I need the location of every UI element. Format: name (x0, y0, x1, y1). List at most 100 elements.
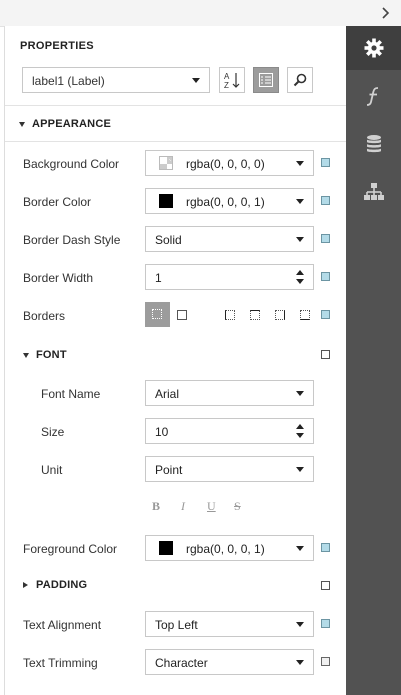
font-size-value: 10 (155, 425, 169, 439)
color-swatch-icon (159, 541, 173, 555)
collapse-panel-button[interactable] (377, 4, 395, 22)
background-color-value: rgba(0, 0, 0, 0) (186, 157, 265, 171)
appearance-section-title: APPEARANCE (32, 118, 112, 130)
gear-icon (364, 38, 383, 58)
chevron-down-icon (296, 467, 304, 472)
underline-button[interactable]: U (207, 499, 216, 514)
font-name-select[interactable]: Arial (145, 380, 314, 406)
border-color-label: Border Color (23, 195, 92, 209)
expressions-tab[interactable] (346, 74, 401, 118)
caret-down-icon (23, 352, 29, 358)
text-alignment-select[interactable]: Top Left (145, 611, 314, 637)
spin-up-icon[interactable] (296, 270, 304, 275)
border-color-editor[interactable]: rgba(0, 0, 0, 1) (145, 188, 314, 214)
foreground-color-editor[interactable]: rgba(0, 0, 0, 1) (145, 535, 314, 561)
border-width-stepper[interactable]: 1 (145, 264, 314, 290)
font-unit-value: Point (155, 463, 183, 477)
chevron-down-icon (296, 199, 304, 204)
chevron-down-icon (296, 161, 304, 166)
font-unit-select[interactable]: Point (145, 456, 314, 482)
border-box-icon[interactable] (177, 310, 187, 320)
chevron-down-icon (296, 622, 304, 627)
chevron-down-icon (296, 237, 304, 242)
border-right-icon[interactable] (275, 310, 285, 320)
categorized-view-button[interactable] (253, 67, 279, 93)
property-marker[interactable] (321, 272, 330, 281)
panel-topbar (0, 0, 401, 27)
hierarchy-icon (363, 183, 384, 200)
strikethrough-button[interactable]: S (234, 499, 241, 514)
caret-right-icon (23, 582, 28, 589)
data-source-tab[interactable] (346, 122, 401, 166)
background-color-editor[interactable]: rgba(0, 0, 0, 0) (145, 150, 314, 176)
property-marker[interactable] (321, 196, 330, 205)
foreground-color-label: Foreground Color (23, 542, 118, 556)
chevron-down-icon (192, 78, 200, 83)
text-trimming-value: Character (155, 656, 208, 670)
foreground-color-value: rgba(0, 0, 0, 1) (186, 542, 265, 556)
border-all-toggle[interactable] (145, 302, 170, 327)
property-marker[interactable] (321, 543, 330, 552)
properties-panel: PROPERTIES label1 (Label) A Z APPEARANCE… (0, 0, 401, 695)
border-dash-style-value: Solid (155, 233, 182, 247)
categorized-view-icon (259, 73, 273, 87)
text-alignment-label: Text Alignment (23, 618, 102, 632)
text-alignment-value: Top Left (155, 618, 198, 632)
border-top-icon[interactable] (250, 310, 260, 320)
border-all-icon (152, 309, 162, 319)
border-color-value: rgba(0, 0, 0, 1) (186, 195, 265, 209)
divider (5, 105, 347, 106)
font-section-header[interactable]: FONT (23, 349, 67, 361)
right-toolbar (346, 26, 401, 695)
chevron-down-icon (296, 546, 304, 551)
properties-main: PROPERTIES label1 (Label) A Z APPEARANCE… (4, 26, 347, 695)
border-width-value: 1 (155, 271, 162, 285)
border-bottom-icon[interactable] (300, 310, 310, 320)
svg-text:A: A (224, 72, 230, 81)
property-marker[interactable] (321, 310, 330, 319)
italic-button[interactable]: I (181, 499, 185, 514)
font-name-label: Font Name (41, 387, 101, 401)
chevron-down-icon (296, 391, 304, 396)
padding-section-title: PADDING (36, 579, 88, 591)
font-section-title: FONT (36, 349, 67, 361)
sort-alphabetical-icon: A Z (224, 72, 240, 89)
sort-alphabetical-button[interactable]: A Z (219, 67, 245, 93)
property-marker[interactable] (321, 581, 330, 590)
border-left-icon[interactable] (225, 310, 235, 320)
property-marker[interactable] (321, 234, 330, 243)
report-explorer-tab[interactable] (346, 170, 401, 214)
padding-section-header[interactable]: PADDING (23, 579, 87, 591)
divider (5, 141, 347, 142)
chevron-right-icon (382, 7, 390, 19)
property-marker[interactable] (321, 657, 330, 666)
property-marker[interactable] (321, 619, 330, 628)
color-swatch-icon (159, 194, 173, 208)
spin-down-icon[interactable] (296, 279, 304, 284)
border-dash-style-label: Border Dash Style (23, 233, 121, 247)
border-dash-style-select[interactable]: Solid (145, 226, 314, 252)
panel-title: PROPERTIES (20, 40, 94, 52)
search-button[interactable] (287, 67, 313, 93)
transparent-swatch-icon (159, 156, 173, 170)
font-unit-label: Unit (41, 463, 63, 477)
border-width-label: Border Width (23, 271, 94, 285)
property-marker[interactable] (321, 350, 330, 359)
appearance-section-header[interactable]: APPEARANCE (19, 118, 111, 130)
properties-tab[interactable] (346, 26, 401, 70)
component-selector[interactable]: label1 (Label) (22, 67, 210, 93)
font-size-stepper[interactable]: 10 (145, 418, 314, 444)
function-icon (366, 87, 378, 106)
spin-up-icon[interactable] (296, 424, 304, 429)
property-marker[interactable] (321, 158, 330, 167)
font-size-label: Size (41, 425, 65, 439)
font-name-value: Arial (155, 387, 180, 401)
database-icon (366, 135, 381, 153)
borders-label: Borders (23, 309, 66, 323)
caret-down-icon (19, 121, 25, 127)
component-selector-value: label1 (Label) (32, 74, 105, 88)
chevron-down-icon (296, 660, 304, 665)
spin-down-icon[interactable] (296, 433, 304, 438)
text-trimming-select[interactable]: Character (145, 649, 314, 675)
bold-button[interactable]: B (152, 499, 160, 514)
